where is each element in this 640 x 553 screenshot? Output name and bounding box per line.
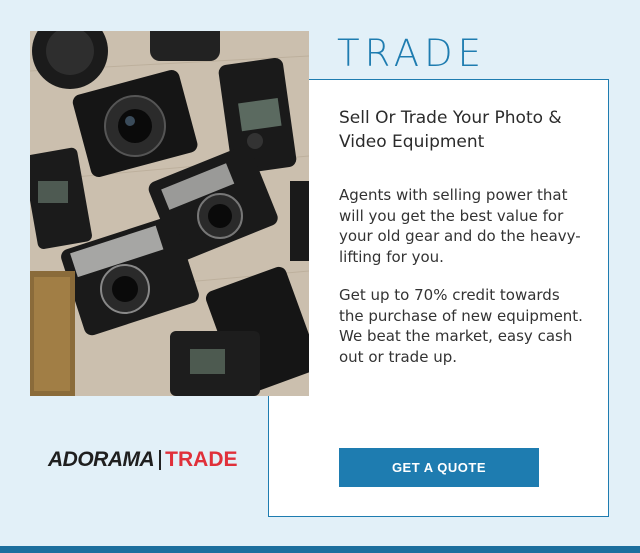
logo-sub: TRADE — [165, 448, 238, 471]
bottom-bar — [0, 546, 640, 553]
offer-description: Agents with selling power that will you … — [339, 186, 581, 266]
get-a-quote-button[interactable]: GET A QUOTE — [339, 448, 539, 487]
logo-divider — [159, 450, 162, 470]
camera-gear-photo — [30, 31, 309, 396]
adorama-trade-logo[interactable]: ADORAMA TRADE — [48, 448, 238, 472]
logo-brand: ADORAMA — [48, 448, 155, 471]
credit-description: Get up to 70% credit towards the purchas… — [339, 286, 583, 366]
page-title: TRADE — [337, 32, 486, 75]
offer-heading: Sell Or Trade Your Photo & Video Equipme… — [339, 108, 562, 152]
